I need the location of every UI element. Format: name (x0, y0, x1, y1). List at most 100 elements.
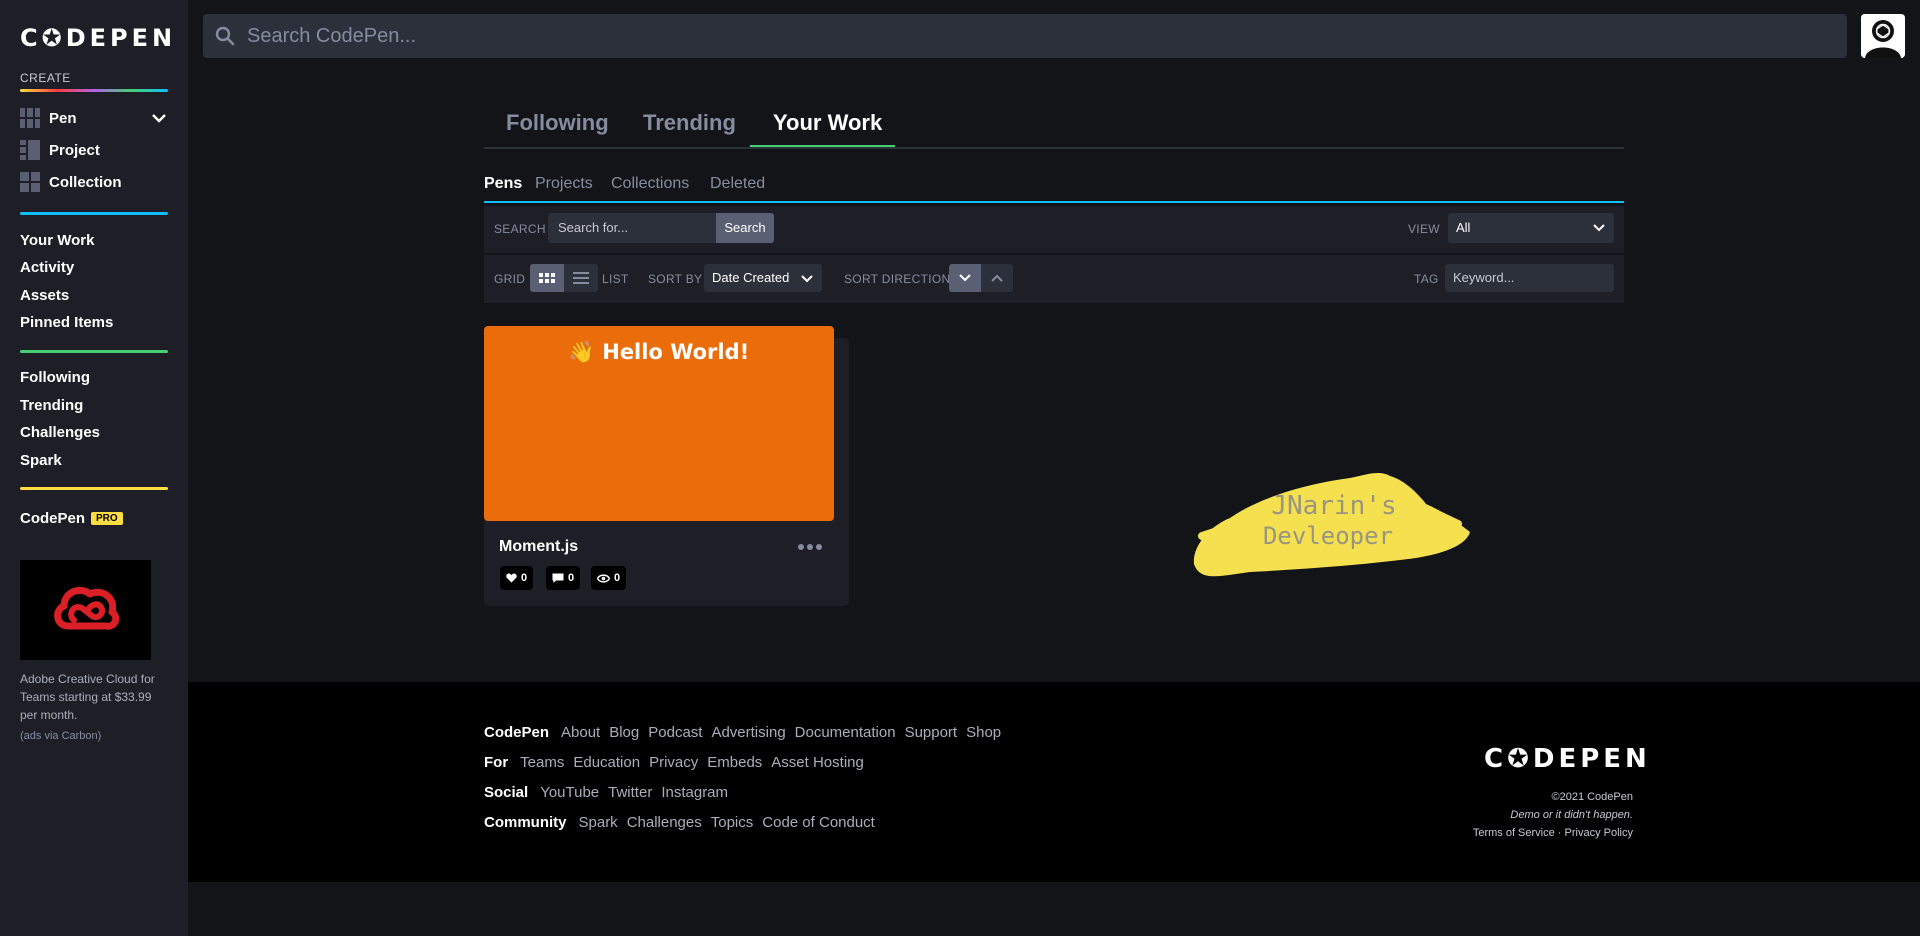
pen-title[interactable]: Moment.js (499, 538, 578, 556)
create-rainbow-divider (20, 89, 168, 92)
footer-link-blog[interactable]: Blog (609, 724, 639, 741)
subtab-deleted[interactable]: Deleted (710, 175, 765, 193)
sidebar-item-your-work[interactable]: Your Work (20, 232, 94, 249)
list-label: LIST (602, 272, 629, 286)
sidebar-item-trending[interactable]: Trending (20, 397, 83, 414)
sidebar-item-challenges[interactable]: Challenges (20, 424, 100, 441)
footer-link-shop[interactable]: Shop (966, 724, 1001, 741)
comment-button[interactable]: 0 (546, 566, 581, 590)
view-select-value: All (1456, 220, 1471, 235)
grid-label: GRID (494, 272, 526, 286)
sidebar-item-following[interactable]: Following (20, 369, 90, 386)
tag-input[interactable]: Keyword... (1445, 264, 1614, 292)
create-collection-button[interactable]: Collection (20, 169, 122, 195)
sortby-select[interactable]: Date Created (704, 264, 822, 292)
footer-link-documentation[interactable]: Documentation (795, 724, 896, 741)
ad-image[interactable] (20, 560, 151, 660)
comment-count: 0 (568, 572, 575, 584)
footer-link-support[interactable]: Support (905, 724, 958, 741)
project-icon (20, 140, 40, 160)
list-view-button[interactable] (564, 264, 598, 292)
search-filter-bar: SEARCH Search for... Search VIEW All (484, 206, 1624, 254)
footer-link-advertising[interactable]: Advertising (711, 724, 785, 741)
pro-badge: PRO (91, 512, 123, 525)
chevron-down-icon (1593, 224, 1605, 232)
footer-logo[interactable]: C✪DEPEN (1484, 744, 1651, 774)
footer-link-twitter[interactable]: Twitter (608, 784, 652, 801)
footer-link-code-of-conduct[interactable]: Code of Conduct (762, 814, 875, 831)
active-tab-indicator (750, 145, 895, 147)
pen-search-input[interactable]: Search for... (548, 213, 716, 243)
chevron-down-icon[interactable] (150, 109, 168, 127)
copyright-text: ©2021 CodePen (1551, 791, 1633, 803)
footer-link-asset-hosting[interactable]: Asset Hosting (771, 754, 864, 771)
create-project-button[interactable]: Project (20, 137, 100, 163)
view-select[interactable]: All (1448, 213, 1614, 243)
tab-trending[interactable]: Trending (643, 110, 736, 136)
codepen-logo[interactable]: C✪DEPEN (20, 24, 176, 52)
footer-link-challenges[interactable]: Challenges (627, 814, 702, 831)
codepen-pro-link[interactable]: CodePen PRO (20, 510, 123, 527)
footer-link-embeds[interactable]: Embeds (707, 754, 762, 771)
eye-icon (597, 573, 610, 583)
footer-link-spark[interactable]: Spark (579, 814, 618, 831)
create-pen-button[interactable]: Pen (20, 105, 77, 131)
footer-link-education[interactable]: Education (573, 754, 640, 771)
footer-heading: Social (484, 784, 529, 801)
views-stat[interactable]: 0 (591, 566, 627, 590)
footer-row-codepen: CodePen About Blog Podcast Advertising D… (484, 724, 1010, 741)
sortby-label: SORT BY (648, 272, 703, 286)
footer-link-about[interactable]: About (561, 724, 600, 741)
sidebar-item-activity[interactable]: Activity (20, 259, 74, 276)
like-button[interactable]: 0 (500, 566, 534, 590)
divider-green (20, 350, 168, 353)
subtab-pens[interactable]: Pens (484, 175, 522, 193)
footer-link-teams[interactable]: Teams (520, 754, 564, 771)
privacy-policy-link[interactable]: Privacy Policy (1565, 827, 1633, 839)
view-count: 0 (614, 572, 621, 584)
footer-heading[interactable]: CodePen (484, 724, 549, 741)
sub-tabs: Pens Projects Collections Deleted (484, 172, 1624, 203)
sort-descending-button[interactable] (949, 264, 981, 292)
sidebar: C✪DEPEN CREATE Pen Project Collection Yo… (0, 0, 188, 936)
view-label: VIEW (1408, 222, 1440, 236)
subtab-projects[interactable]: Projects (535, 175, 593, 193)
splash-line1: JNarin's (1271, 491, 1396, 521)
divider-yellow (20, 487, 168, 490)
heart-icon (506, 573, 517, 583)
tag-label: TAG (1414, 272, 1439, 286)
sort-ascending-button[interactable] (981, 264, 1013, 292)
terms-link[interactable]: Terms of Service (1473, 827, 1555, 839)
comment-icon (552, 573, 564, 583)
tab-following[interactable]: Following (506, 110, 609, 136)
footer-row-social: Social YouTube Twitter Instagram (484, 784, 737, 801)
chevron-down-icon (959, 274, 971, 282)
ad-text[interactable]: Adobe Creative Cloud for Teams starting … (20, 670, 170, 724)
footer-link-instagram[interactable]: Instagram (661, 784, 728, 801)
sidebar-item-spark[interactable]: Spark (20, 452, 62, 469)
legal-links: Terms of Service · Privacy Policy (1473, 824, 1633, 842)
footer-row-community: Community Spark Challenges Topics Code o… (484, 814, 884, 831)
sortby-select-value: Date Created (712, 270, 790, 285)
footer: CodePen About Blog Podcast Advertising D… (188, 682, 1920, 882)
footer-heading: For (484, 754, 509, 771)
avatar[interactable] (1861, 14, 1905, 58)
more-options-icon[interactable] (798, 544, 822, 550)
ad-via-link[interactable]: (ads via Carbon) (20, 730, 101, 742)
footer-link-youtube[interactable]: YouTube (540, 784, 599, 801)
sidebar-item-pinned-items[interactable]: Pinned Items (20, 314, 113, 331)
subtab-collections[interactable]: Collections (611, 175, 689, 193)
footer-link-podcast[interactable]: Podcast (648, 724, 702, 741)
pen-preview[interactable]: 👋 Hello World! (484, 326, 834, 521)
footer-link-topics[interactable]: Topics (711, 814, 754, 831)
chevron-up-icon (991, 274, 1003, 282)
collection-icon (20, 172, 40, 192)
create-pen-label: Pen (49, 109, 77, 127)
sidebar-item-assets[interactable]: Assets (20, 287, 69, 304)
tab-your-work[interactable]: Your Work (773, 110, 882, 136)
global-search-input[interactable]: Search CodePen... (203, 14, 1847, 58)
grid-view-button[interactable] (530, 264, 564, 292)
search-button[interactable]: Search (716, 213, 774, 243)
footer-link-privacy[interactable]: Privacy (649, 754, 698, 771)
main-tabs: Following Trending Your Work (484, 100, 1624, 149)
